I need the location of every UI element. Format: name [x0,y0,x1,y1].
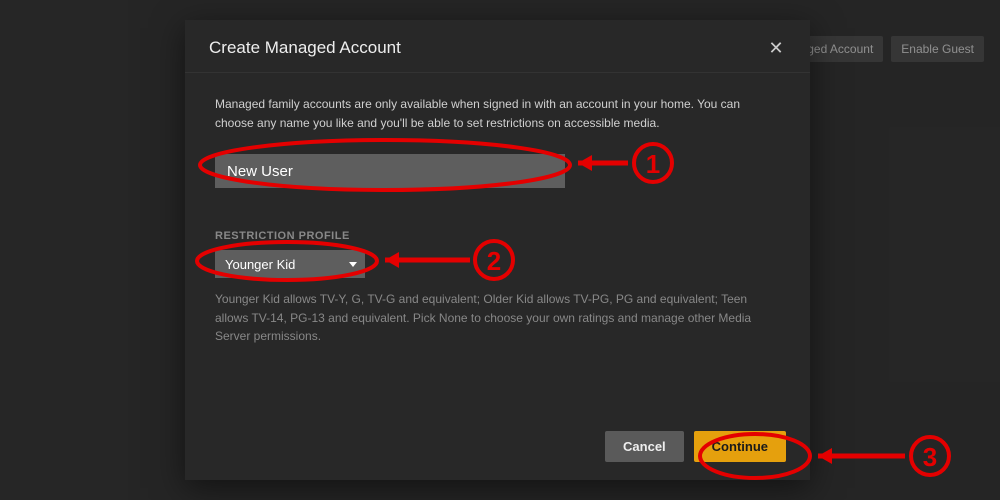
close-icon[interactable]: ✕ [766,38,786,58]
restriction-profile-select[interactable]: Younger Kid [215,250,365,278]
restriction-profile-label: RESTRICTION PROFILE [215,230,780,242]
continue-button[interactable]: Continue [694,431,786,462]
modal-description: Managed family accounts are only availab… [215,95,780,132]
modal-footer: Cancel Continue [185,417,810,480]
restriction-profile-hint: Younger Kid allows TV-Y, G, TV-G and equ… [215,290,775,346]
modal-header: Create Managed Account ✕ [185,20,810,73]
cancel-button[interactable]: Cancel [605,431,684,462]
modal-title: Create Managed Account [209,38,401,58]
restriction-profile-value: Younger Kid [225,257,295,272]
chevron-down-icon [349,262,357,267]
create-managed-account-modal: Create Managed Account ✕ Managed family … [185,20,810,480]
account-name-input[interactable] [215,154,565,188]
modal-body: Managed family accounts are only availab… [185,73,810,417]
